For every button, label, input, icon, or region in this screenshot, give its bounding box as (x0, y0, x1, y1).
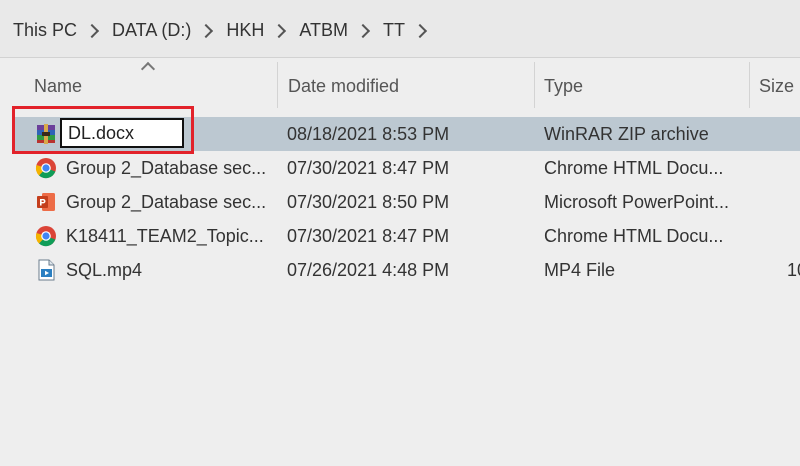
breadcrumb-this-pc[interactable]: This PC (13, 20, 77, 41)
breadcrumb-data-drive[interactable]: DATA (D:) (112, 20, 191, 41)
column-date-modified[interactable]: Date modified (288, 76, 399, 97)
chevron-right-icon[interactable] (355, 23, 371, 38)
breadcrumb-hkh[interactable]: HKH (226, 20, 264, 41)
column-divider[interactable] (277, 62, 278, 108)
powerpoint-icon (37, 193, 55, 211)
file-row[interactable]: Group 2_Database sec... 07/30/2021 8:47 … (12, 151, 800, 185)
chrome-icon (35, 226, 56, 247)
rename-input[interactable] (60, 118, 184, 148)
column-type[interactable]: Type (544, 76, 583, 97)
file-type: Chrome HTML Docu... (544, 158, 724, 178)
file-date: 07/30/2021 8:47 PM (287, 158, 450, 178)
chevron-right-icon[interactable] (272, 23, 287, 38)
address-bar[interactable]: This PC DATA (D:) HKH ATBM TT (0, 0, 800, 58)
column-name[interactable]: Name (34, 76, 82, 97)
file-row[interactable]: SQL.mp4 07/26/2021 4:48 PM MP4 File 10 (12, 253, 800, 287)
file-row[interactable]: K18411_TEAM2_Topic... 07/30/2021 8:47 PM… (12, 219, 800, 253)
file-name: Group 2_Database sec... (66, 192, 267, 212)
file-date: 07/30/2021 8:50 PM (287, 192, 450, 212)
chevron-right-icon[interactable] (84, 23, 100, 38)
file-row[interactable]: Group 2_Database sec... 07/30/2021 8:50 … (12, 185, 800, 219)
column-divider[interactable] (534, 62, 535, 108)
breadcrumb-tt[interactable]: TT (383, 20, 405, 41)
file-type: Microsoft PowerPoint... (544, 192, 730, 212)
file-name: Group 2_Database sec... (66, 158, 267, 178)
file-name: K18411_TEAM2_Topic... (66, 226, 264, 246)
chrome-icon (35, 158, 56, 179)
file-date: 07/26/2021 4:48 PM (287, 260, 450, 280)
chevron-right-icon[interactable] (412, 23, 428, 38)
file-date: 08/18/2021 8:53 PM (287, 124, 450, 144)
file-type: MP4 File (544, 260, 616, 280)
file-date: 07/30/2021 8:47 PM (287, 226, 450, 246)
video-file-icon (38, 259, 55, 281)
breadcrumb-atbm[interactable]: ATBM (299, 20, 348, 41)
chevron-right-icon[interactable] (199, 23, 214, 38)
file-name: SQL.mp4 (66, 260, 143, 280)
column-header: Name Date modified Type Size (0, 58, 800, 110)
column-divider[interactable] (749, 62, 750, 108)
winrar-icon (37, 124, 55, 144)
column-size[interactable]: Size (759, 76, 794, 97)
file-type: Chrome HTML Docu... (544, 226, 724, 246)
file-size: 10 (787, 260, 800, 280)
breadcrumb: This PC DATA (D:) HKH ATBM TT (13, 20, 428, 41)
file-type: WinRAR ZIP archive (544, 124, 709, 144)
